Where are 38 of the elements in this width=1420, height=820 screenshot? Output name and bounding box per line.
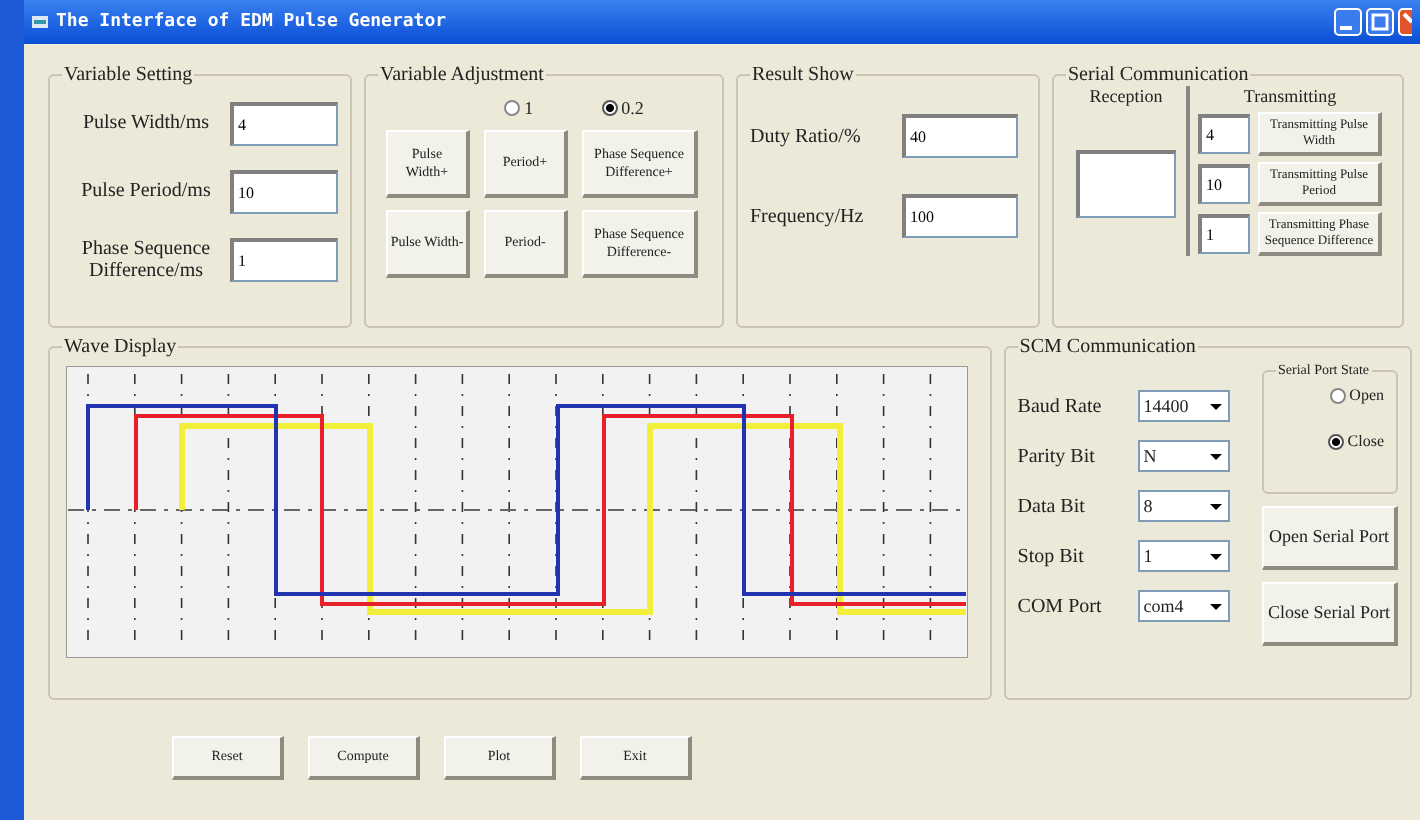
radio-option[interactable]: Open [1329, 386, 1384, 404]
output-field[interactable]: 40 [902, 114, 1018, 158]
field-label: Pulse Period/ms [79, 180, 213, 204]
dropdown[interactable]: 1 [1137, 540, 1230, 572]
field-label: Duty Ratio/% [750, 125, 863, 147]
group-title: Variable Setting [62, 64, 195, 86]
field-label: Data Bit [1017, 495, 1087, 517]
field-label: COM Port [1017, 595, 1104, 617]
dropdown[interactable]: N [1137, 440, 1230, 472]
dropdown[interactable]: 14400 [1137, 390, 1230, 422]
radio-option[interactable]: 0.2 [601, 98, 644, 118]
input-field[interactable]: 10 [230, 170, 338, 214]
group-title: Serial Communication [1066, 64, 1251, 86]
field-label: Phase Sequence Difference/ms [79, 237, 213, 283]
dropdown[interactable]: com4 [1137, 590, 1230, 622]
field-label: Stop Bit [1017, 545, 1086, 567]
field-label: Pulse Width/ms [80, 112, 212, 136]
column-heading: Transmitting [1243, 86, 1337, 106]
group-title: Variable Adjustment [378, 64, 546, 86]
window-title: The Interface of EDM Pulse Generator [56, 12, 449, 32]
field-label: Parity Bit [1017, 445, 1097, 467]
group-title: Wave Display [62, 336, 179, 358]
field-label: Frequency/Hz [750, 205, 866, 227]
radio-option[interactable]: 1 [504, 98, 534, 118]
input-field[interactable]: 1 [1198, 214, 1250, 254]
input-field[interactable]: 1 [230, 238, 338, 282]
field-label: Baud Rate [1017, 395, 1104, 417]
input-field[interactable]: 4 [230, 102, 338, 146]
input-field[interactable]: 4 [1198, 114, 1250, 154]
dropdown[interactable]: 8 [1137, 490, 1230, 522]
group-title: Result Show [750, 64, 856, 86]
output-field[interactable]: 100 [902, 194, 1018, 238]
radio-option[interactable]: Close [1327, 432, 1384, 450]
column-heading: Reception [1089, 86, 1163, 106]
port-button[interactable]: Close Serial Port [1262, 582, 1398, 646]
input-field[interactable]: 10 [1198, 164, 1250, 204]
group-title: SCM Communication [1017, 336, 1198, 358]
port-button[interactable]: Open Serial Port [1262, 506, 1398, 570]
